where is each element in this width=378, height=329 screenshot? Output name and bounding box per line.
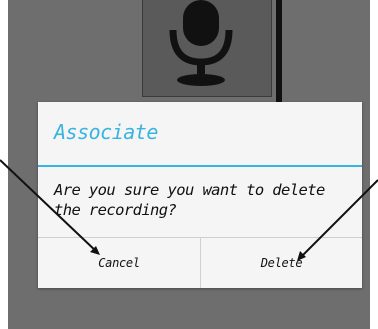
dialog-message: Are you sure you want to delete the reco…: [54, 181, 325, 219]
microphone-icon: [169, 0, 233, 86]
level-bar: [276, 0, 282, 104]
screen-edge-left: [0, 0, 8, 329]
dialog-title: Associate: [54, 120, 158, 144]
confirm-dialog: Associate Are you sure you want to delet…: [38, 102, 362, 288]
delete-button[interactable]: Delete: [200, 238, 362, 288]
title-divider: [38, 165, 362, 167]
screen-edge-right: [370, 0, 378, 329]
cancel-button[interactable]: Cancel: [38, 238, 200, 288]
